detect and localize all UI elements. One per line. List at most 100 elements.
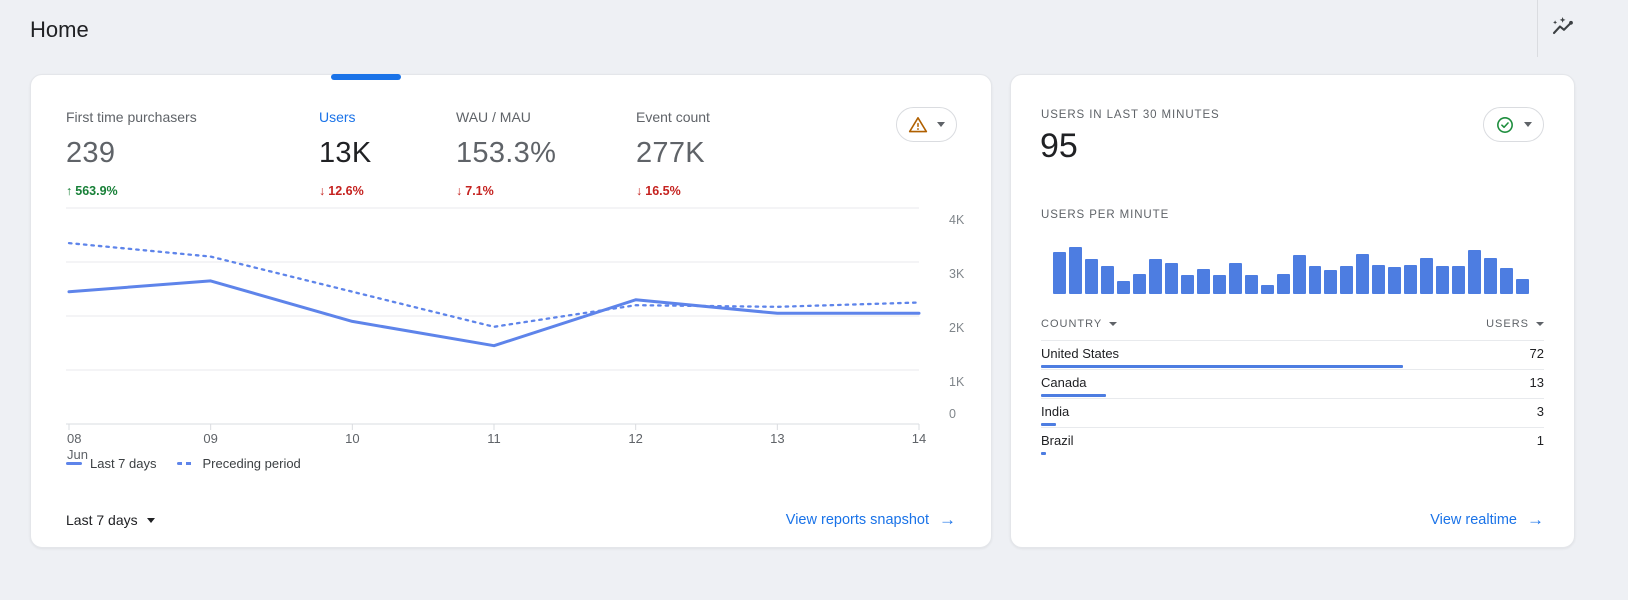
chart-legend: Last 7 days Preceding period [66, 456, 301, 471]
country-name: Canada [1041, 375, 1087, 390]
minute-bar [1309, 266, 1322, 294]
minute-bar [1356, 254, 1369, 294]
metric-value: 277K [636, 137, 710, 170]
svg-text:11: 11 [487, 431, 501, 446]
minute-bar [1085, 259, 1098, 294]
country-row: India 3 [1041, 399, 1544, 428]
view-realtime-link[interactable]: View realtime → [1430, 510, 1544, 530]
minute-bar [1468, 250, 1481, 294]
overview-card: First time purchasers 239 ↑563.9% Users 13K ↓… [30, 74, 992, 548]
chevron-down-icon [1524, 122, 1532, 127]
minute-bar [1101, 266, 1114, 294]
data-quality-button[interactable] [896, 107, 957, 142]
arrow-down-icon: ↓ [456, 184, 462, 198]
warning-triangle-icon [908, 115, 928, 134]
country-row: Canada 13 [1041, 370, 1544, 399]
realtime-title: USERS IN LAST 30 MINUTES [1041, 109, 1220, 121]
country-row: Brazil1 [1041, 428, 1544, 455]
metric-tab-users[interactable]: Users 13K ↓12.6% [319, 109, 372, 200]
svg-text:1K: 1K [949, 375, 965, 389]
legend-label: Last 7 days [90, 456, 157, 471]
svg-text:10: 10 [345, 431, 359, 446]
metric-tab-event-count[interactable]: Event count 277K ↓16.5% [636, 109, 710, 200]
minute-bar [1484, 258, 1497, 294]
chevron-down-icon [147, 518, 155, 523]
minute-bar [1229, 263, 1242, 294]
svg-text:2K: 2K [949, 321, 965, 335]
arrow-down-icon: ↓ [636, 184, 642, 198]
minute-bar [1277, 274, 1290, 294]
country-users-bar [1041, 394, 1106, 397]
arrow-down-icon: ↓ [319, 184, 325, 198]
country-name: United States [1041, 346, 1119, 361]
country-users-value: 13 [1530, 375, 1544, 390]
date-range-selector[interactable]: Last 7 days [66, 512, 155, 528]
minute-bar [1213, 275, 1226, 294]
legend-item: Last 7 days [66, 456, 157, 471]
svg-text:12: 12 [628, 431, 642, 446]
country-users-bar [1041, 452, 1046, 455]
metric-delta: ↓7.1% [456, 184, 494, 198]
metric-label: Users [319, 109, 372, 125]
minute-bar [1245, 275, 1258, 294]
minute-bar [1388, 267, 1401, 294]
selected-metric-tab-indicator [331, 74, 401, 80]
metric-label: Event count [636, 109, 710, 125]
svg-text:0: 0 [949, 407, 956, 421]
metric-value: 239 [66, 137, 197, 170]
minute-bar [1197, 269, 1210, 294]
svg-text:14: 14 [912, 431, 926, 446]
legend-label: Preceding period [203, 456, 301, 471]
minute-bar [1069, 247, 1082, 294]
chevron-down-icon [1536, 322, 1544, 326]
svg-text:4K: 4K [949, 213, 965, 227]
metric-label: First time purchasers [66, 109, 197, 125]
minute-bar [1452, 266, 1465, 294]
arrow-up-icon: ↑ [66, 184, 72, 198]
arrow-right-icon: → [1527, 510, 1544, 530]
svg-text:08: 08 [67, 431, 81, 446]
chevron-down-icon [937, 122, 945, 127]
date-range-label: Last 7 days [66, 512, 138, 528]
minute-bar [1149, 259, 1162, 294]
solid-line-swatch [66, 462, 82, 465]
dashed-line-swatch [177, 462, 195, 465]
svg-text:09: 09 [203, 431, 217, 446]
minute-bar [1293, 255, 1306, 294]
realtime-status-button[interactable] [1483, 107, 1544, 142]
metric-value: 153.3% [456, 137, 556, 170]
metric-delta: ↓16.5% [636, 184, 681, 198]
svg-text:3K: 3K [949, 267, 965, 281]
country-column-header[interactable]: COUNTRY [1041, 318, 1117, 330]
minute-bar [1261, 285, 1274, 294]
country-users-bar [1041, 423, 1056, 426]
minute-bar [1324, 270, 1337, 294]
realtime-country-table: COUNTRY USERS United States72 Canada 13 Ind… [1041, 318, 1544, 456]
minute-bar [1165, 263, 1178, 294]
metric-tab-wau-mau[interactable]: WAU / MAU 153.3% ↓7.1% [456, 109, 556, 200]
metric-delta: ↓12.6% [319, 184, 364, 198]
view-reports-snapshot-link[interactable]: View reports snapshot → [786, 510, 956, 530]
chevron-down-icon [1109, 322, 1117, 326]
insights-button[interactable] [1546, 13, 1580, 43]
country-row: United States72 [1041, 341, 1544, 370]
minute-bar [1500, 268, 1513, 294]
page-title: Home [30, 17, 89, 43]
country-users-value: 3 [1537, 404, 1544, 419]
arrow-right-icon: → [939, 510, 956, 530]
metric-value: 13K [319, 137, 372, 170]
minute-bar [1516, 279, 1529, 294]
country-users-bar [1041, 365, 1403, 368]
realtime-card: USERS IN LAST 30 MINUTES 95 USERS PER MI… [1010, 74, 1575, 548]
country-name: India [1041, 404, 1069, 419]
header-divider [1537, 0, 1538, 57]
users-column-header[interactable]: USERS [1486, 318, 1544, 330]
minute-bar [1404, 265, 1417, 294]
minute-bar [1420, 258, 1433, 294]
metric-label: WAU / MAU [456, 109, 556, 125]
minute-bar [1436, 266, 1449, 294]
minute-bar [1372, 265, 1385, 294]
check-circle-icon [1495, 115, 1515, 135]
metric-delta: ↑563.9% [66, 184, 118, 198]
metric-tab-first-time-purchasers[interactable]: First time purchasers 239 ↑563.9% [66, 109, 197, 200]
